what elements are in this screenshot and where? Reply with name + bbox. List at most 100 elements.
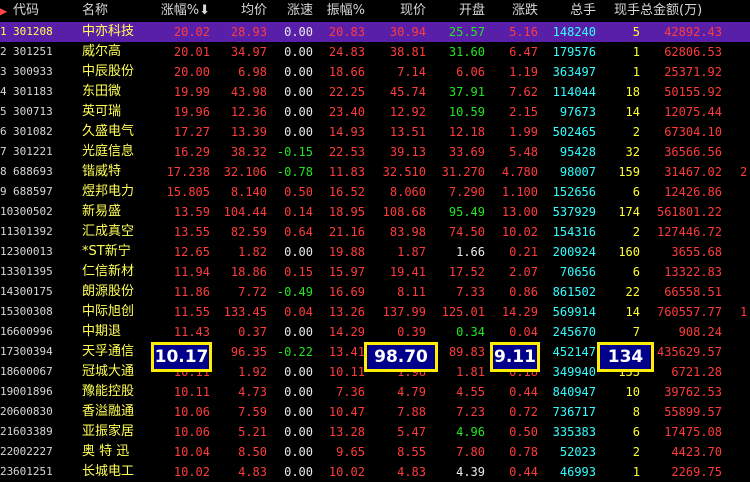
cell-open-price: 4.96 <box>456 425 485 439</box>
table-row[interactable]: 3 300933 中辰股份 20.00 6.98 0.00 18.66 7.14 6.06 1.1… <box>0 62 750 82</box>
table-row[interactable]: 11 301392 汇成真空 13.55 82.59 0.64 21.16 83.98 74.5… <box>0 222 750 242</box>
cell-stock-code: 600996 <box>13 325 53 338</box>
cell-total-amount: 36566.56 <box>664 145 722 159</box>
cell-row-number: 20 <box>0 405 14 418</box>
cell-stock-code: 301208 <box>13 25 53 38</box>
cell-speed: -0.78 <box>276 165 313 179</box>
cell-change: 1.19 <box>509 65 538 79</box>
col-header-price[interactable]: 现价 <box>366 0 426 22</box>
cell-open-price: 0.34 <box>456 325 485 339</box>
cell-price: 19.41 <box>389 265 426 279</box>
cell-current-volume: 18 <box>625 85 640 99</box>
col-header-open[interactable]: 开盘 <box>427 0 485 22</box>
table-row[interactable]: 14 300175 朗源股份 11.86 7.72 -0.49 16.69 8.11 7.33 0… <box>0 282 750 302</box>
cell-amplitude: 19.88 <box>328 245 365 259</box>
cell-total-amount: 3655.68 <box>671 245 722 259</box>
cell-amplitude: 13.26 <box>328 305 365 319</box>
table-row[interactable]: 6 301082 久盛电气 17.27 13.39 0.00 14.93 13.51 12.18… <box>0 122 750 142</box>
table-row[interactable]: 13 301395 仁信新材 11.94 18.86 0.15 15.97 19.41 17.5… <box>0 262 750 282</box>
cell-row-number: 17 <box>0 345 14 358</box>
table-row[interactable]: 5 300713 英可瑞 19.96 12.36 0.00 23.40 12.92 10.59 2… <box>0 102 750 122</box>
cell-stock-code: 600067 <box>13 365 53 378</box>
cell-row-number: 13 <box>0 265 14 278</box>
cell-current-volume: 14 <box>625 305 640 319</box>
col-header-avg[interactable]: 均价 <box>210 0 267 22</box>
cell-avg-price: 104.44 <box>223 205 267 219</box>
table-row[interactable]: 16 600996 中期退 11.43 0.37 0.00 14.29 0.39 0.34 0.0… <box>0 322 750 342</box>
col-header-current-volume[interactable]: 现手 <box>596 0 640 22</box>
cell-total-amount: 561801.22 <box>656 205 722 219</box>
cell-amplitude: 14.29 <box>328 325 365 339</box>
cell-row-number: 6 <box>0 125 7 138</box>
col-header-code[interactable]: 代码 <box>13 0 73 22</box>
cell-total-volume: 154316 <box>552 225 596 239</box>
cell-avg-price: 1.92 <box>238 365 267 379</box>
col-header-amount[interactable]: 总金额(万) <box>640 0 740 22</box>
cell-open-price: 125.01 <box>441 305 485 319</box>
cell-stock-code: 301395 <box>13 265 53 278</box>
cell-total-volume: 363497 <box>552 65 596 79</box>
cell-speed: 0.00 <box>284 365 313 379</box>
col-header-change[interactable]: 涨跌 <box>486 0 538 22</box>
table-row[interactable]: 10 300502 新易盛 13.59 104.44 0.14 18.95 108.68 95.… <box>0 202 750 222</box>
table-row[interactable]: 7 301221 光庭信息 16.29 38.32 -0.15 22.53 39.13 33.6… <box>0 142 750 162</box>
cell-total-amount: 66558.51 <box>664 285 722 299</box>
cell-total-volume: 335383 <box>552 425 596 439</box>
highlight-price: 98.70 <box>364 342 438 372</box>
table-row[interactable]: 22 002227 奥 特 迅 10.04 8.50 0.00 9.65 8.55 7.80 0.… <box>0 442 750 462</box>
table-row[interactable]: 12 300013 *ST新宁 12.65 1.82 0.00 19.88 1.87 1.66 0… <box>0 242 750 262</box>
cell-amplitude: 10.11 <box>328 365 365 379</box>
table-row[interactable]: 15 300308 中际旭创 11.55 133.45 0.04 13.26 137.99 12… <box>0 302 750 322</box>
col-header-pct[interactable]: 涨幅%⬇ <box>150 0 210 22</box>
cell-total-volume: 98007 <box>559 165 596 179</box>
cell-stock-code: 603389 <box>13 425 53 438</box>
cell-current-volume: 6 <box>632 265 640 279</box>
cell-total-volume: 46993 <box>559 465 596 479</box>
cell-avg-price: 12.36 <box>230 105 267 119</box>
cell-amplitude: 13.41 <box>328 345 365 359</box>
cell-open-price: 4.39 <box>456 465 485 479</box>
cell-change: 5.16 <box>509 25 538 39</box>
table-row[interactable]: 23 601251 长城电工 10.02 4.83 0.00 10.02 4.83 4.39 0.… <box>0 462 750 482</box>
table-row[interactable]: 20 600830 香溢融通 10.06 7.59 0.00 10.47 7.88 7.23 0.… <box>0 402 750 422</box>
cell-open-price: 37.91 <box>448 85 485 99</box>
sort-desc-arrow-icon: ⬇ <box>199 3 210 18</box>
cell-total-amount: 62806.53 <box>664 45 722 59</box>
table-row[interactable]: 4 301183 东田微 19.99 43.98 0.00 22.25 45.74 37.91 7… <box>0 82 750 102</box>
cell-current-volume: 2 <box>632 225 640 239</box>
cell-pct-change: 13.55 <box>173 225 210 239</box>
table-row[interactable]: 19 001896 豫能控股 10.11 4.73 0.00 7.36 4.79 4.55 0.4… <box>0 382 750 402</box>
cell-total-volume: 114044 <box>552 85 596 99</box>
cell-amplitude: 10.02 <box>328 465 365 479</box>
col-header-amplitude[interactable]: 振幅% <box>314 0 365 22</box>
table-row[interactable]: 8 688693 锴威特 17.238 32.106 -0.78 11.83 32.510 31… <box>0 162 750 182</box>
cell-change: 0.78 <box>509 445 538 459</box>
cell-speed: 0.00 <box>284 245 313 259</box>
cell-current-volume: 2 <box>632 125 640 139</box>
cell-overflow <box>740 182 750 202</box>
cell-open-price: 17.52 <box>448 265 485 279</box>
cell-open-price: 4.55 <box>456 385 485 399</box>
cell-speed: 0.04 <box>284 305 313 319</box>
cell-total-amount: 67304.10 <box>664 125 722 139</box>
table-row[interactable]: 9 688597 煜邦电力 15.805 8.140 0.50 16.52 8.060 7.29… <box>0 182 750 202</box>
col-header-speed[interactable]: 涨速 <box>268 0 313 22</box>
cell-amplitude: 7.36 <box>336 385 365 399</box>
cell-total-volume: 97673 <box>559 105 596 119</box>
cell-stock-code: 002227 <box>13 445 53 458</box>
cell-price: 83.98 <box>389 225 426 239</box>
col-header-volume[interactable]: 总手 <box>540 0 596 22</box>
table-row[interactable]: 2 301251 威尔高 20.01 34.97 0.00 24.83 38.81 31.60 6… <box>0 42 750 62</box>
cell-pct-change: 11.86 <box>173 285 210 299</box>
table-row[interactable]: 1 301208 中亦科技 20.02 28.93 0.00 20.83 30.94 25.57… <box>0 22 750 42</box>
cell-row-number: 22 <box>0 445 14 458</box>
cell-pct-change: 13.59 <box>173 205 210 219</box>
table-row[interactable]: 21 603389 亚振家居 10.06 5.21 0.00 13.28 5.47 4.96 0.… <box>0 422 750 442</box>
cell-current-volume: 1 <box>632 65 640 79</box>
cell-change: 6.47 <box>509 45 538 59</box>
cell-speed: 0.00 <box>284 405 313 419</box>
stock-ranking-table: ▶ 代码 名称 涨幅%⬇ 均价 涨速 振幅% 现价 开盘 涨跌 总手 现手 总金… <box>0 0 750 481</box>
cell-amplitude: 15.97 <box>328 265 365 279</box>
cell-pct-change: 11.94 <box>173 265 210 279</box>
cell-current-volume: 8 <box>632 405 640 419</box>
